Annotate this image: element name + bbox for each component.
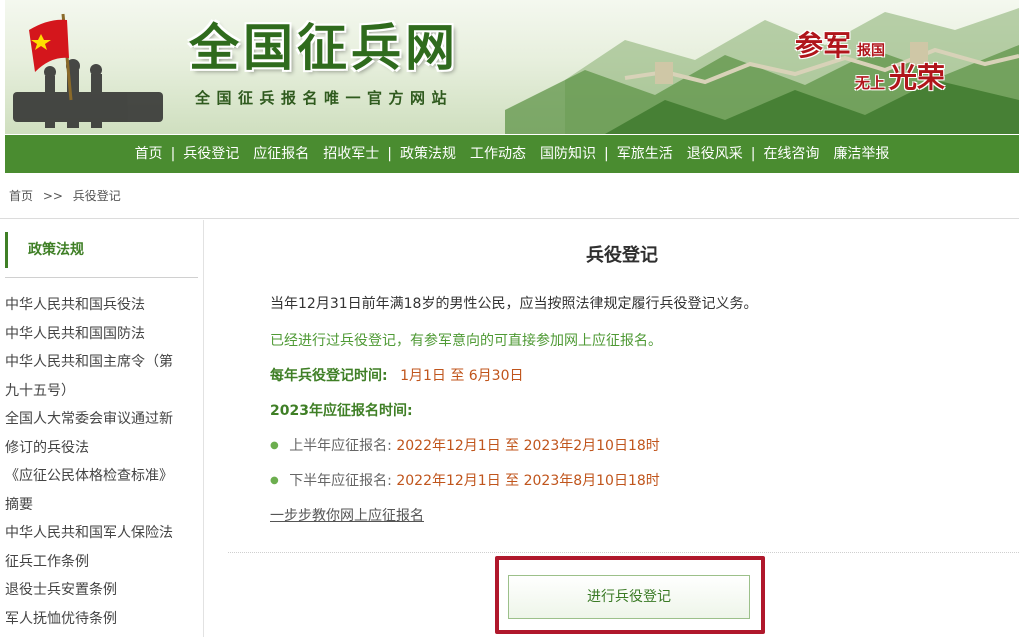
nav-service-registration[interactable]: 兵役登记 <box>183 135 239 173</box>
sidebar-link-presidential-order[interactable]: 九十五号） <box>5 377 198 406</box>
period-value: 2022年12月1日 至 2023年8月10日18时 <box>396 473 660 489</box>
sidebar-heading: 政策法规 <box>5 232 198 268</box>
main-content: 兵役登记 当年12月31日前年满18岁的男性公民，应当按照法律规定履行兵役登记义… <box>204 220 1019 637</box>
register-service-button[interactable]: 进行兵役登记 <box>508 575 750 619</box>
enlist-time-heading: 2023年应征报名时间: <box>270 403 413 419</box>
annual-registration-time: 每年兵役登记时间: 1月1日 至 6月30日 <box>270 366 524 386</box>
sidebar-link-military-benefits[interactable]: 军人抚恤优待条例 <box>5 605 198 634</box>
guide-link-row: 一步步教你网上应征报名 <box>270 506 424 526</box>
nav-policies[interactable]: 政策法规 <box>400 135 456 173</box>
nav-defense-knowledge[interactable]: 国防知识 <box>540 135 596 173</box>
bullet-icon: ● <box>270 440 279 451</box>
breadcrumb-divider <box>0 218 1019 219</box>
sidebar: 政策法规 中华人民共和国兵役法 中华人民共和国国防法 中华人民共和国主席令（第 … <box>5 232 198 633</box>
nav-separator: | <box>750 146 756 162</box>
nav-nco-recruitment[interactable]: 招收军士 <box>323 135 379 173</box>
nav-enlistment-application[interactable]: 应征报名 <box>253 135 309 173</box>
breadcrumb: 首页 >> 兵役登记 <box>9 188 127 204</box>
nav-separator: | <box>387 146 392 162</box>
sidebar-link-conscription-regulations[interactable]: 征兵工作条例 <box>5 548 198 577</box>
nav-separator: | <box>604 146 609 162</box>
main-nav: 首页 | 兵役登记 应征报名 招收军士 | 政策法规 工作动态 国防知识 | 军… <box>5 135 1019 173</box>
site-subtitle: 全国征兵报名唯一官方网站 <box>195 89 454 107</box>
page-title: 兵役登记 <box>586 245 658 266</box>
nav-military-life[interactable]: 军旅生活 <box>617 135 673 173</box>
sidebar-link-presidential-order[interactable]: 中华人民共和国主席令（第 <box>5 348 198 377</box>
annual-time-value: 1月1日 至 6月30日 <box>400 368 524 384</box>
slogan-part: 参军 <box>795 29 852 62</box>
period-label: 下半年应征报名: <box>289 473 392 489</box>
sidebar-link-military-insurance-law[interactable]: 中华人民共和国军人保险法 <box>5 519 198 548</box>
bullet-icon: ● <box>270 475 279 486</box>
registered-note: 已经进行过兵役登记，有参军意向的可直接参加网上应征报名。 <box>270 333 662 349</box>
guide-link[interactable]: 一步步教你网上应征报名 <box>270 508 424 524</box>
sidebar-link-npc-revision[interactable]: 全国人大常委会审议通过新 <box>5 405 198 434</box>
sidebar-link-military-service-law[interactable]: 中华人民共和国兵役法 <box>5 291 198 320</box>
period-label: 上半年应征报名: <box>289 438 392 454</box>
sidebar-link-npc-revision[interactable]: 修订的兵役法 <box>5 434 198 463</box>
second-half-period: ● 下半年应征报名: 2022年12月1日 至 2023年8月10日18时 <box>270 471 660 493</box>
sidebar-link-veteran-placement[interactable]: 退役士兵安置条例 <box>5 576 198 605</box>
nav-online-consult[interactable]: 在线咨询 <box>763 135 819 173</box>
sidebar-divider <box>5 277 198 278</box>
breadcrumb-home[interactable]: 首页 <box>9 189 33 203</box>
site-title[interactable]: 全国征兵网 <box>189 18 459 78</box>
breadcrumb-separator: >> <box>42 189 63 203</box>
nav-separator: | <box>170 146 176 162</box>
content-divider <box>228 552 1019 553</box>
nav-work-news[interactable]: 工作动态 <box>470 135 526 173</box>
slogan-part: 报国 <box>857 43 885 59</box>
sidebar-link-physical-exam-standard[interactable]: 《应征公民体格检查标准》 <box>5 462 198 491</box>
sidebar-link-national-defense-law[interactable]: 中华人民共和国国防法 <box>5 320 198 349</box>
site-banner: 全国征兵网 全国征兵报名唯一官方网站 参军 报国 无上 光荣 <box>5 0 1019 134</box>
annual-time-label: 每年兵役登记时间: <box>270 368 388 384</box>
slogan-part: 光荣 <box>889 61 946 94</box>
period-value: 2022年12月1日 至 2023年2月10日18时 <box>396 438 660 454</box>
first-half-period: ● 上半年应征报名: 2022年12月1日 至 2023年2月10日18时 <box>270 436 660 458</box>
breadcrumb-current: 兵役登记 <box>72 189 121 203</box>
slogan-part: 无上 <box>855 74 886 92</box>
nav-veterans[interactable]: 退役风采 <box>687 135 743 173</box>
sidebar-link-physical-exam-standard[interactable]: 摘要 <box>5 491 198 520</box>
nav-integrity-report[interactable]: 廉洁举报 <box>833 135 889 173</box>
nav-home[interactable]: 首页 <box>135 135 163 173</box>
intro-text: 当年12月31日前年满18岁的男性公民，应当按照法律规定履行兵役登记义务。 <box>270 296 758 312</box>
slogan-logo: 参军 报国 无上 光荣 <box>795 28 975 108</box>
